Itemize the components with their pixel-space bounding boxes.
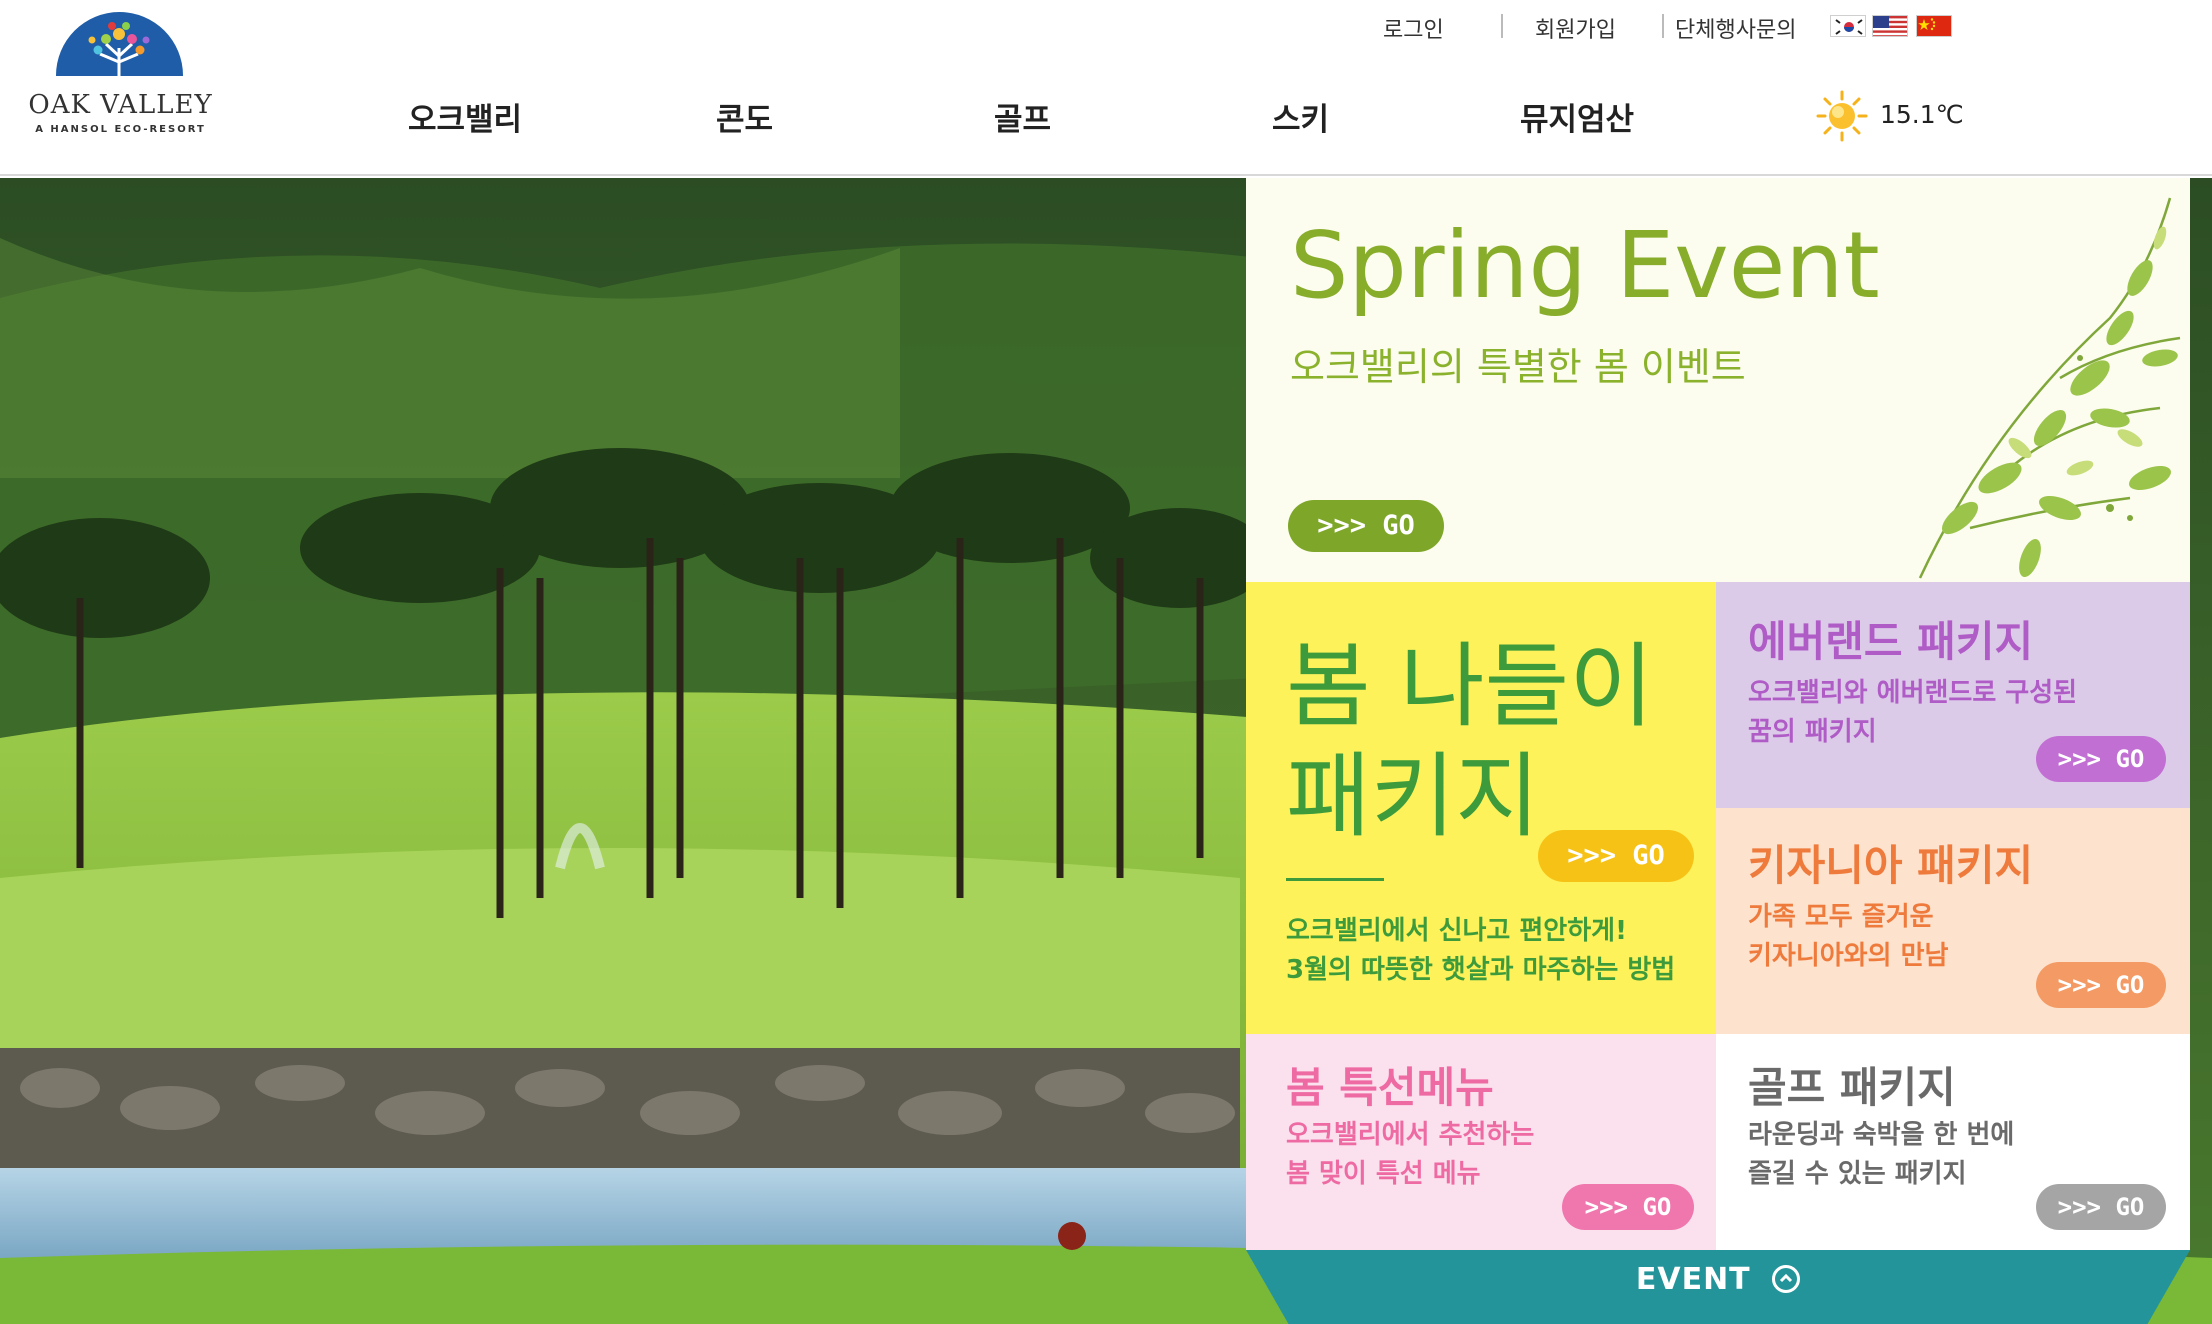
util-divider bbox=[1501, 14, 1503, 38]
signup-link[interactable]: 회원가입 bbox=[1535, 12, 1616, 43]
everland-package-tile[interactable]: 에버랜드 패키지 오크밸리와 에버랜드로 구성된 꿈의 패키지 >>> GO bbox=[1716, 582, 2190, 808]
spring-event-go-button[interactable]: >>> GO bbox=[1288, 500, 1444, 552]
title-underline bbox=[1286, 878, 1384, 881]
golf-go-button[interactable]: >>> GO bbox=[2036, 1184, 2166, 1230]
logo-tree-icon bbox=[56, 12, 183, 76]
cn-flag-icon[interactable] bbox=[1916, 15, 1952, 37]
us-flag-icon[interactable] bbox=[1872, 15, 1908, 37]
event-bar-label: EVENT bbox=[1246, 1262, 2190, 1297]
nav-oakvalley[interactable]: 오크밸리 bbox=[408, 94, 522, 139]
weather-temperature: 15.1℃ bbox=[1880, 100, 1964, 129]
group-event-inquiry-link[interactable]: 단체행사문의 bbox=[1675, 12, 1796, 43]
everland-package-description: 오크밸리와 에버랜드로 구성된 꿈의 패키지 bbox=[1748, 678, 2078, 747]
nav-ski[interactable]: 스키 bbox=[1272, 94, 1329, 139]
event-panel: Spring Event 오크밸리의 특별한 봄 이벤트 >>> GO 봄 나들… bbox=[1246, 178, 2190, 1324]
spring-event-subtitle: 오크밸리의 특별한 봄 이벤트 bbox=[1290, 345, 1746, 389]
oak-valley-logo[interactable]: OAK VALLEY A HANSOL ECO-RESORT bbox=[28, 12, 213, 142]
golf-package-description: 라운딩과 숙박을 한 번에 즐길 수 있는 패키지 bbox=[1748, 1120, 2015, 1189]
everland-go-button[interactable]: >>> GO bbox=[2036, 736, 2166, 782]
golf-package-title: 골프 패키지 bbox=[1748, 1063, 1956, 1112]
logo-name: OAK VALLEY bbox=[28, 90, 213, 120]
spring-event-title: Spring Event bbox=[1290, 212, 1880, 319]
language-selector bbox=[1830, 15, 1952, 37]
util-divider bbox=[1662, 14, 1664, 38]
spring-outing-package-tile[interactable]: 봄 나들이 패키지 >>> GO 오크밸리에서 신나고 편안하게! 3월의 따뜻… bbox=[1246, 582, 1716, 1034]
sun-icon bbox=[1816, 90, 1868, 142]
event-toggle-bar[interactable]: EVENT bbox=[1246, 1250, 2190, 1324]
kidzania-package-description: 가족 모두 즐거운 키자니아와의 만남 bbox=[1748, 902, 1949, 971]
arrow-up-circle-icon bbox=[1772, 1265, 1801, 1293]
logo-tagline: A HANSOL ECO-RESORT bbox=[35, 124, 206, 135]
spring-outing-go-button[interactable]: >>> GO bbox=[1538, 830, 1694, 882]
spring-menu-tile[interactable]: 봄 특선메뉴 오크밸리에서 추천하는 봄 맞이 특선 메뉴 >>> GO bbox=[1246, 1034, 1716, 1250]
spring-menu-go-button[interactable]: >>> GO bbox=[1562, 1184, 1694, 1230]
event-bar-text: EVENT bbox=[1635, 1262, 1751, 1297]
spring-event-banner[interactable]: Spring Event 오크밸리의 특별한 봄 이벤트 >>> GO bbox=[1246, 178, 2190, 582]
kidzania-package-tile[interactable]: 키자니아 패키지 가족 모두 즐거운 키자니아와의 만남 >>> GO bbox=[1716, 808, 2190, 1034]
ko-flag-icon[interactable] bbox=[1830, 15, 1866, 37]
spring-menu-description: 오크밸리에서 추천하는 봄 맞이 특선 메뉴 bbox=[1286, 1120, 1535, 1189]
spring-outing-description: 오크밸리에서 신나고 편안하게! 3월의 따뜻한 햇살과 마주하는 방법 bbox=[1286, 916, 1676, 985]
site-header: OAK VALLEY A HANSOL ECO-RESORT 로그인 회원가입 … bbox=[0, 0, 2212, 176]
everland-package-title: 에버랜드 패키지 bbox=[1748, 617, 2034, 666]
kidzania-go-button[interactable]: >>> GO bbox=[2036, 962, 2166, 1008]
nav-condo[interactable]: 콘도 bbox=[716, 94, 773, 139]
nav-museum-san[interactable]: 뮤지엄산 bbox=[1520, 94, 1634, 139]
login-link[interactable]: 로그인 bbox=[1383, 12, 1444, 43]
spring-outing-title-line2: 패키지 bbox=[1286, 743, 1540, 850]
kidzania-package-title: 키자니아 패키지 bbox=[1748, 841, 2034, 890]
nav-golf[interactable]: 골프 bbox=[994, 94, 1051, 139]
golf-package-tile[interactable]: 골프 패키지 라운딩과 숙박을 한 번에 즐길 수 있는 패키지 >>> GO bbox=[1716, 1034, 2190, 1250]
spring-menu-title: 봄 특선메뉴 bbox=[1286, 1063, 1494, 1112]
